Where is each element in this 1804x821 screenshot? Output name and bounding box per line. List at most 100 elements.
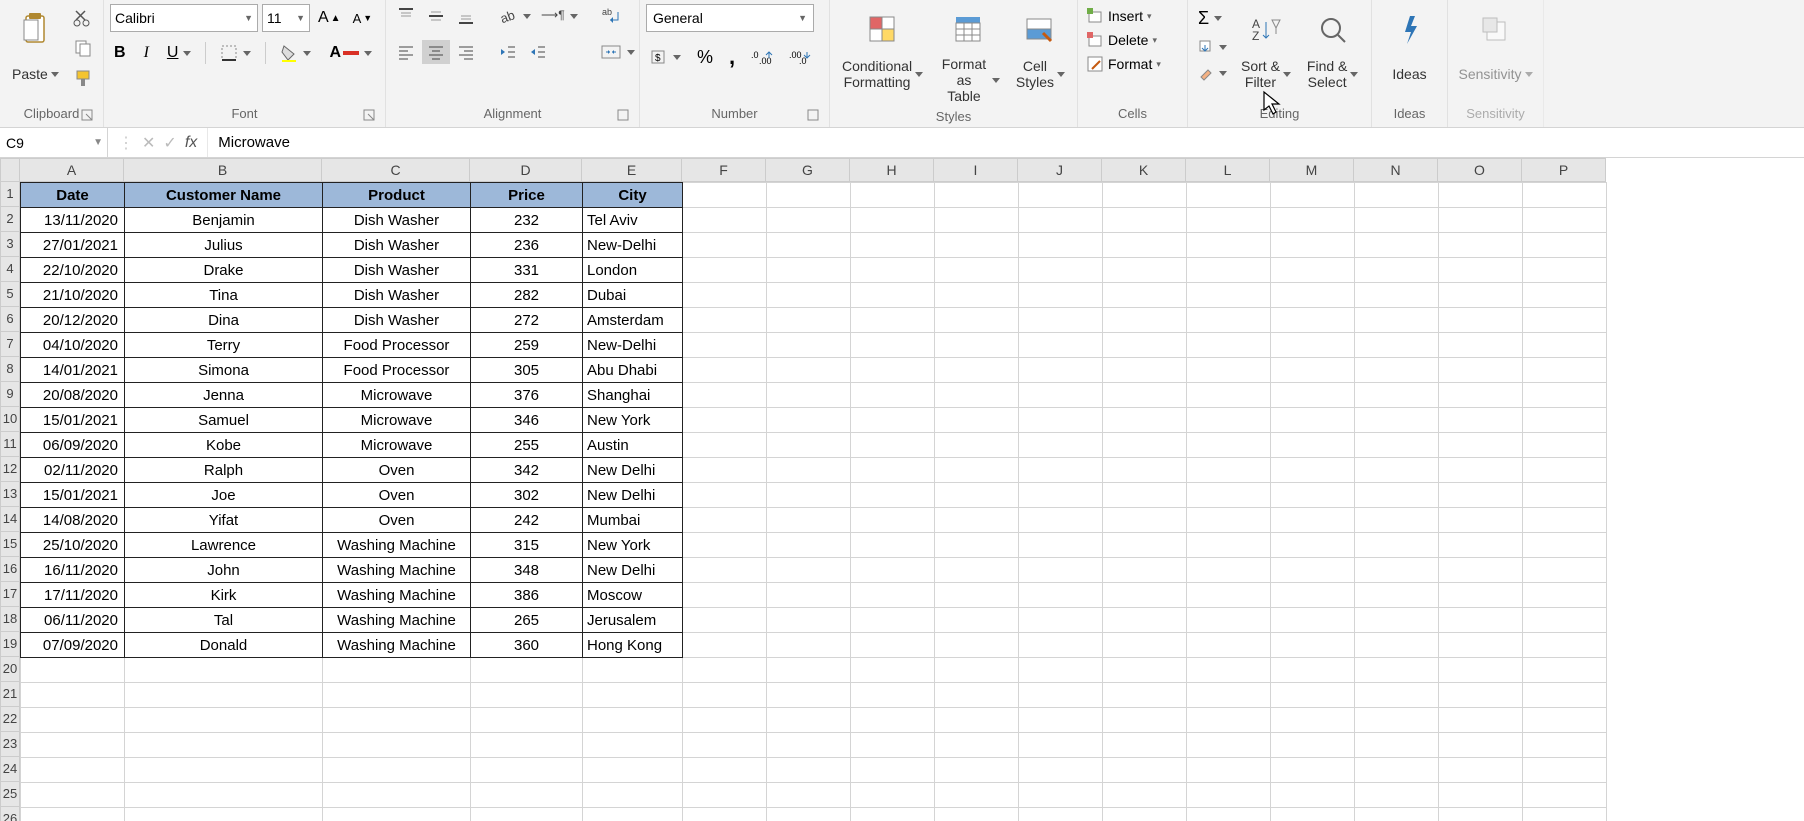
format-painter-button[interactable] [69, 66, 97, 90]
cell[interactable] [1355, 758, 1439, 783]
cell[interactable] [683, 708, 767, 733]
cell[interactable] [683, 733, 767, 758]
cell[interactable] [683, 408, 767, 433]
cell[interactable] [935, 658, 1019, 683]
cell[interactable] [1187, 258, 1271, 283]
cell[interactable] [1355, 733, 1439, 758]
cell[interactable] [767, 508, 851, 533]
cell[interactable] [1187, 408, 1271, 433]
cell[interactable] [1103, 633, 1187, 658]
format-as-table-button[interactable]: Format as Table [933, 4, 1006, 106]
cell[interactable] [683, 508, 767, 533]
cell[interactable] [1187, 283, 1271, 308]
cell[interactable] [1439, 558, 1523, 583]
cell[interactable] [683, 633, 767, 658]
row-header[interactable]: 5 [0, 282, 20, 307]
cell[interactable] [1523, 408, 1607, 433]
cell[interactable] [935, 183, 1019, 208]
cell[interactable] [1103, 583, 1187, 608]
cell[interactable] [323, 683, 471, 708]
row-header[interactable]: 15 [0, 532, 20, 557]
cell[interactable]: 302 [471, 483, 583, 508]
cell[interactable] [1271, 658, 1355, 683]
cell[interactable]: Product [323, 183, 471, 208]
cell[interactable] [1019, 683, 1103, 708]
cell[interactable] [1103, 533, 1187, 558]
cell[interactable] [767, 633, 851, 658]
format-button[interactable]: Format▾ [1084, 54, 1163, 74]
cell[interactable] [21, 708, 125, 733]
cell[interactable] [1439, 433, 1523, 458]
cell[interactable] [583, 683, 683, 708]
cell[interactable] [1187, 608, 1271, 633]
cell[interactable] [1355, 258, 1439, 283]
cell[interactable] [935, 708, 1019, 733]
row-header[interactable]: 25 [0, 782, 20, 807]
cell[interactable] [1439, 383, 1523, 408]
cell[interactable] [1355, 183, 1439, 208]
cell[interactable]: 27/01/2021 [21, 233, 125, 258]
cell[interactable] [1439, 283, 1523, 308]
cell[interactable] [683, 558, 767, 583]
cell[interactable] [935, 758, 1019, 783]
cell[interactable] [1271, 708, 1355, 733]
column-header-G[interactable]: G [766, 158, 850, 182]
cell[interactable]: Benjamin [125, 208, 323, 233]
cell[interactable] [583, 783, 683, 808]
cell[interactable] [1271, 633, 1355, 658]
cell[interactable]: New-Delhi [583, 333, 683, 358]
cell[interactable] [1103, 408, 1187, 433]
cell[interactable] [767, 333, 851, 358]
cell[interactable] [1187, 808, 1271, 821]
cell[interactable] [1523, 483, 1607, 508]
cell[interactable]: 13/11/2020 [21, 208, 125, 233]
row-header[interactable]: 10 [0, 407, 20, 432]
cell[interactable]: Oven [323, 508, 471, 533]
row-header[interactable]: 11 [0, 432, 20, 457]
cell[interactable]: 20/12/2020 [21, 308, 125, 333]
cell[interactable]: Dish Washer [323, 308, 471, 333]
align-middle-button[interactable] [422, 4, 450, 28]
clear-button[interactable] [1194, 63, 1231, 83]
cell[interactable] [851, 358, 935, 383]
cell[interactable] [935, 633, 1019, 658]
cell[interactable] [767, 433, 851, 458]
cell[interactable] [1439, 308, 1523, 333]
cell[interactable] [767, 233, 851, 258]
cell[interactable] [1019, 583, 1103, 608]
cell[interactable]: Amsterdam [583, 308, 683, 333]
cell[interactable] [935, 208, 1019, 233]
cell[interactable] [851, 183, 935, 208]
cell[interactable] [1355, 808, 1439, 821]
cell[interactable] [1019, 308, 1103, 333]
cell[interactable]: 236 [471, 233, 583, 258]
cell[interactable] [1523, 758, 1607, 783]
cell[interactable] [323, 783, 471, 808]
row-header[interactable]: 22 [0, 707, 20, 732]
row-header[interactable]: 20 [0, 657, 20, 682]
cell[interactable]: Kobe [125, 433, 323, 458]
wrap-text-button[interactable]: ab [596, 4, 639, 28]
cell[interactable] [935, 808, 1019, 821]
cell[interactable] [683, 208, 767, 233]
name-box[interactable]: C9▼ [0, 128, 108, 157]
cell[interactable] [1271, 408, 1355, 433]
cell[interactable] [1103, 508, 1187, 533]
cell[interactable]: Mumbai [583, 508, 683, 533]
cell[interactable] [1103, 608, 1187, 633]
cell[interactable]: Tina [125, 283, 323, 308]
insert-function-button[interactable]: fx [185, 134, 197, 152]
row-header[interactable]: 6 [0, 307, 20, 332]
cell[interactable] [935, 683, 1019, 708]
clipboard-launcher[interactable] [81, 109, 95, 123]
cell[interactable] [1271, 783, 1355, 808]
cell[interactable] [851, 608, 935, 633]
cell[interactable] [1019, 658, 1103, 683]
cell[interactable]: New Delhi [583, 458, 683, 483]
cell[interactable] [1019, 808, 1103, 821]
cell[interactable] [767, 708, 851, 733]
merge-center-button[interactable] [596, 40, 639, 64]
cell[interactable] [935, 383, 1019, 408]
cell[interactable] [851, 633, 935, 658]
cell[interactable] [1103, 383, 1187, 408]
